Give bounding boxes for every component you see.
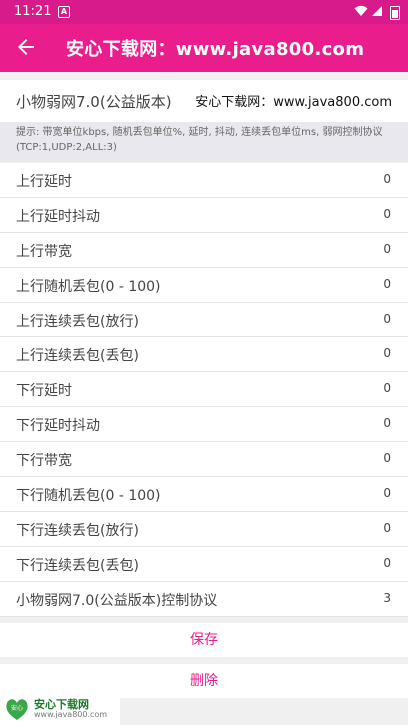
setting-row-up-burst-pass[interactable]: 上行连续丢包(放行) 0 <box>0 302 408 338</box>
watermark-badge: 安心 安心下载网 www.java800.com <box>0 694 120 725</box>
setting-row-up-delay[interactable]: 上行延时 0 <box>0 163 408 198</box>
settings-list: 上行延时 0 上行延时抖动 0 上行带宽 0 上行随机丢包(0 - 100) 0… <box>0 163 408 617</box>
save-button[interactable]: 保存 <box>0 623 408 657</box>
setting-row-up-burst-drop[interactable]: 上行连续丢包(丢包) 0 <box>0 337 408 373</box>
setting-label: 上行连续丢包(放行) <box>16 313 139 330</box>
setting-row-down-burst-pass[interactable]: 下行连续丢包(放行) 0 <box>0 511 408 547</box>
setting-label: 下行随机丢包(0 - 100) <box>16 488 161 505</box>
setting-label: 上行延时抖动 <box>16 208 100 225</box>
watermark-logo-text: 安心 <box>11 704 23 712</box>
setting-value: 0 <box>383 276 391 291</box>
watermark-url: www.java800.com <box>34 710 108 719</box>
setting-row-up-random-loss[interactable]: 上行随机丢包(0 - 100) 0 <box>0 267 408 303</box>
setting-label: 上行带宽 <box>16 243 72 260</box>
notification-icon: A <box>58 6 70 18</box>
site-watermark-text: 安心下载网：www.java800.com <box>195 95 392 110</box>
setting-value: 0 <box>383 241 391 256</box>
setting-value: 0 <box>383 206 391 221</box>
setting-value: 0 <box>383 381 391 396</box>
config-title: 小物弱网7.0(公益版本) <box>16 93 172 111</box>
setting-label: 上行延时 <box>16 174 72 190</box>
signal-icon <box>372 6 382 16</box>
delete-button[interactable]: 删除 <box>0 664 408 698</box>
setting-row-up-jitter[interactable]: 上行延时抖动 0 <box>0 197 408 233</box>
battery-icon <box>390 6 400 20</box>
back-arrow-icon[interactable] <box>14 35 38 59</box>
setting-label: 下行延时抖动 <box>16 418 100 435</box>
app-title: 安心下载网：www.java800.com <box>66 39 365 60</box>
setting-value: 0 <box>383 451 391 466</box>
setting-label: 下行延时 <box>16 383 72 400</box>
setting-value: 0 <box>383 346 391 361</box>
status-time: 11:21 <box>14 4 52 19</box>
setting-row-up-bandwidth[interactable]: 上行带宽 0 <box>0 232 408 268</box>
setting-label: 下行连续丢包(丢包) <box>16 557 139 574</box>
setting-value: 0 <box>383 311 391 326</box>
setting-value: 0 <box>383 486 391 501</box>
setting-label: 上行随机丢包(0 - 100) <box>16 278 161 295</box>
wifi-icon <box>354 5 368 16</box>
setting-row-down-delay[interactable]: 下行延时 0 <box>0 372 408 408</box>
setting-value: 3 <box>383 590 391 605</box>
setting-value: 0 <box>383 555 391 570</box>
setting-label: 上行连续丢包(丢包) <box>16 348 139 365</box>
setting-value: 0 <box>383 172 391 186</box>
setting-row-down-burst-drop[interactable]: 下行连续丢包(丢包) 0 <box>0 546 408 582</box>
setting-label: 小物弱网7.0(公益版本)控制协议 <box>16 592 218 609</box>
setting-label: 下行带宽 <box>16 453 72 470</box>
setting-row-down-random-loss[interactable]: 下行随机丢包(0 - 100) 0 <box>0 477 408 512</box>
status-bar: 11:21 A <box>0 0 408 24</box>
config-header: 小物弱网7.0(公益版本) 安心下载网：www.java800.com <box>0 80 408 122</box>
setting-row-down-jitter[interactable]: 下行延时抖动 0 <box>0 407 408 443</box>
setting-value: 0 <box>383 520 391 535</box>
hint-box: 提示: 带宽单位kbps, 随机丢包单位%, 延时, 抖动, 连续丢包单位ms,… <box>0 122 408 162</box>
setting-row-protocol[interactable]: 小物弱网7.0(公益版本)控制协议 3 <box>0 581 408 617</box>
app-bar: 安心下载网：www.java800.com <box>0 24 408 72</box>
hint-text: 提示: 带宽单位kbps, 随机丢包单位%, 延时, 抖动, 连续丢包单位ms,… <box>16 127 383 153</box>
watermark-logo-icon: 安心 <box>6 699 28 720</box>
setting-label: 下行连续丢包(放行) <box>16 522 139 539</box>
setting-value: 0 <box>383 416 391 431</box>
setting-row-down-bandwidth[interactable]: 下行带宽 0 <box>0 442 408 478</box>
